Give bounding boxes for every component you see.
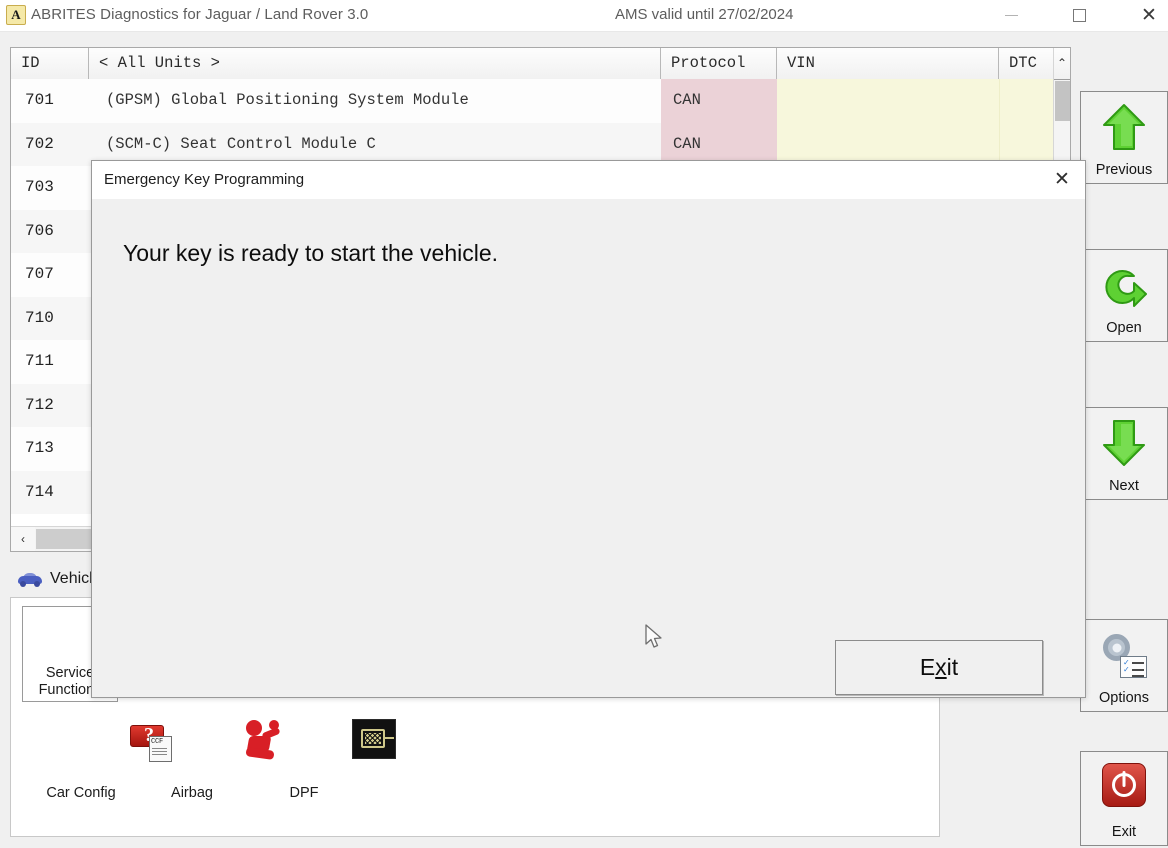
dialog-titlebar: Emergency Key Programming ✕ <box>92 161 1085 199</box>
dialog-close-button[interactable]: ✕ <box>1039 161 1085 199</box>
column-header-vin[interactable]: VIN <box>777 48 999 79</box>
power-icon <box>1102 763 1146 807</box>
cell-id: 707 <box>25 265 54 283</box>
cell-id: 706 <box>25 221 54 240</box>
sidebar-label-open: Open <box>1106 320 1142 336</box>
cell-id: 711 <box>25 352 54 370</box>
minimize-button[interactable] <box>988 0 1034 31</box>
function-label-car-config: Car Config <box>46 785 116 801</box>
column-header-dtc[interactable]: DTC <box>999 48 1055 79</box>
sidebar-button-options[interactable]: ✓ ✓ Options <box>1080 619 1168 712</box>
cell-id: 713 <box>25 439 54 457</box>
sidebar-button-exit[interactable]: Exit <box>1080 751 1168 846</box>
cell-unit-name: (GPSM) Global Positioning System Module <box>106 91 469 109</box>
sidebar-label-previous: Previous <box>1095 162 1153 178</box>
cell-id: 710 <box>25 308 54 327</box>
right-sidebar: Previous Open Next ✓ ✓ Options Exit <box>1078 41 1168 848</box>
sidebar-button-previous[interactable]: Previous <box>1080 91 1168 184</box>
maximize-button[interactable] <box>1056 0 1102 31</box>
scroll-up-icon[interactable]: ⌃ <box>1054 48 1070 80</box>
dialog-message: Your key is ready to start the vehicle. <box>123 240 499 266</box>
minimize-icon <box>1004 15 1018 16</box>
arrow-up-icon <box>1101 102 1147 152</box>
function-button-airbag[interactable]: Airbag <box>144 708 281 804</box>
application-window: A ABRITES Diagnostics for Jaguar / Land … <box>0 0 1168 848</box>
dialog-body: Your key is ready to start the vehicle. … <box>92 199 1085 697</box>
cell-vin <box>777 79 999 123</box>
cell-id: 712 <box>25 395 54 414</box>
column-header-id[interactable]: ID <box>11 48 89 79</box>
scroll-left-icon[interactable]: ‹ <box>11 527 35 551</box>
table-header-row: ID < All Units > Protocol VIN DTC <box>11 48 1070 80</box>
vertical-scroll-thumb[interactable] <box>1055 81 1070 121</box>
table-row[interactable]: 701 (GPSM) Global Positioning System Modu… <box>11 79 1070 123</box>
window-titlebar: A ABRITES Diagnostics for Jaguar / Land … <box>0 0 1168 32</box>
cell-id: 701 <box>25 91 54 109</box>
cell-id: 702 <box>25 134 54 153</box>
sidebar-label-exit: Exit <box>1111 824 1137 840</box>
sidebar-label-options: Options <box>1099 690 1149 706</box>
dialog-exit-label-prefix: E <box>919 654 936 680</box>
gear-checklist-icon: ✓ ✓ <box>1101 632 1147 678</box>
cell-id: 703 <box>25 178 54 196</box>
function-label-dpf: DPF <box>289 785 319 801</box>
dialog-title: Emergency Key Programming <box>104 171 305 188</box>
function-button-car-config[interactable]: ? CCF Car Config <box>33 708 172 804</box>
sidebar-button-next[interactable]: Next <box>1080 407 1168 500</box>
cell-dtc <box>999 79 1055 123</box>
car-icon <box>18 572 42 587</box>
open-arrow-icon <box>1100 262 1148 310</box>
emergency-key-programming-dialog: Emergency Key Programming ✕ Your key is … <box>91 160 1086 698</box>
dialog-exit-label-accel: x <box>935 654 947 680</box>
dialog-exit-button[interactable]: Exit <box>835 640 1043 695</box>
arrow-down-icon <box>1101 418 1147 468</box>
close-button[interactable]: ✕ <box>1126 0 1168 31</box>
cell-id: 714 <box>25 482 54 501</box>
dialog-exit-label-suffix: it <box>946 654 959 680</box>
sidebar-button-open[interactable]: Open <box>1080 249 1168 342</box>
function-button-dpf[interactable]: DPF <box>256 708 396 804</box>
app-logo-icon: A <box>6 5 26 25</box>
ams-validity-status: AMS valid until 27/02/2024 <box>615 6 794 23</box>
window-title: ABRITES Diagnostics for Jaguar / Land Ro… <box>31 6 369 23</box>
column-header-units[interactable]: < All Units > <box>89 48 661 79</box>
function-label-airbag: Airbag <box>171 785 213 801</box>
column-header-protocol[interactable]: Protocol <box>661 48 777 79</box>
maximize-icon <box>1072 9 1086 22</box>
sidebar-label-next: Next <box>1109 478 1139 494</box>
cell-protocol: CAN <box>661 79 777 123</box>
